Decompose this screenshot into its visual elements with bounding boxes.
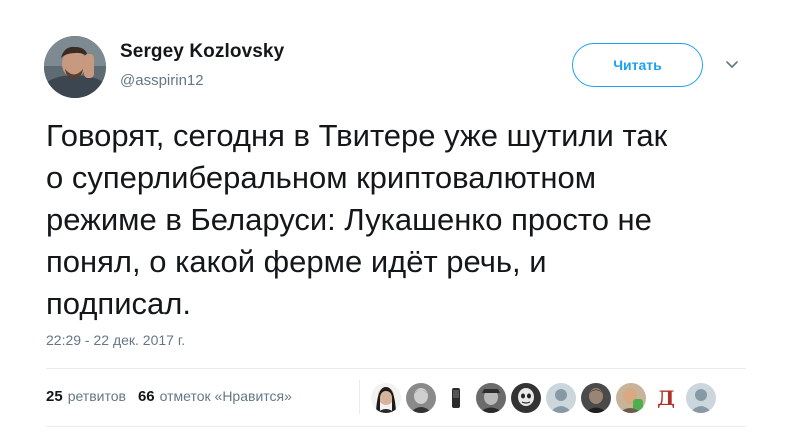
follow-button[interactable]: Читать bbox=[572, 43, 703, 87]
author-avatar-image bbox=[44, 36, 106, 98]
divider-bottom bbox=[46, 426, 746, 427]
liker-avatar[interactable] bbox=[545, 382, 577, 414]
liker-avatar-letter[interactable]: Д bbox=[650, 382, 682, 414]
chevron-down-icon[interactable] bbox=[723, 58, 741, 72]
liker-avatar[interactable] bbox=[370, 382, 402, 414]
liker-initial: Д bbox=[657, 386, 675, 410]
likes-count: 66 bbox=[137, 388, 155, 405]
author-handle[interactable]: @asspirin12 bbox=[120, 72, 204, 89]
tweet-card: Sergey Kozlovsky @asspirin12 Читать Гово… bbox=[0, 0, 792, 437]
liker-avatar[interactable] bbox=[580, 382, 612, 414]
retweets-count: 25 bbox=[46, 388, 63, 405]
retweets-stat[interactable]: 25 ретвитов bbox=[46, 388, 126, 405]
liker-avatar[interactable] bbox=[440, 382, 472, 414]
tweet-text: Говорят, сегодня в Твитере уже шутили та… bbox=[46, 118, 668, 321]
tweet-timestamp[interactable]: 22:29 - 22 дек. 2017 г. bbox=[46, 332, 185, 348]
liker-avatar[interactable] bbox=[615, 382, 647, 414]
divider-top bbox=[46, 368, 746, 369]
likes-stat[interactable]: 66 отметок «Нравится» bbox=[138, 388, 292, 405]
author-avatar[interactable] bbox=[44, 36, 106, 98]
author-name[interactable]: Sergey Kozlovsky bbox=[120, 41, 284, 63]
liker-avatar[interactable] bbox=[405, 382, 437, 414]
liker-avatar[interactable] bbox=[510, 382, 542, 414]
likes-label: отметок «Нравится» bbox=[159, 388, 292, 404]
retweets-label: ретвитов bbox=[67, 388, 126, 404]
likers-avatars: Д bbox=[370, 382, 720, 414]
liker-avatar[interactable] bbox=[685, 382, 717, 414]
stats-separator bbox=[359, 380, 360, 414]
liker-avatar[interactable] bbox=[475, 382, 507, 414]
tweet-stats: 25 ретвитов 66 отметок «Нравится» bbox=[46, 388, 292, 405]
